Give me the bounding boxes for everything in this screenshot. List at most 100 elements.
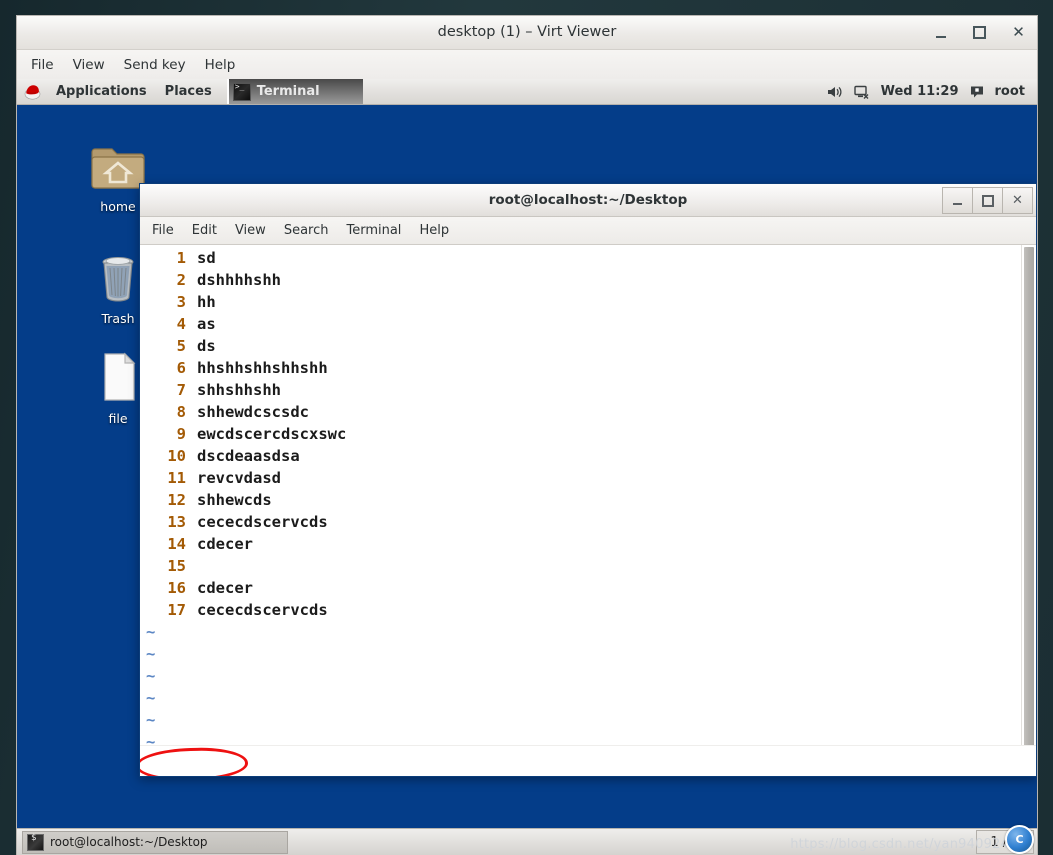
vim-line: 16 cdecer <box>140 577 1021 599</box>
vim-line-number: 6 <box>176 359 186 377</box>
panel-left-section: Applications Places Terminal <box>17 79 363 104</box>
vim-line-text: ds <box>197 337 216 355</box>
vim-line: 8 shhewdcscsdc <box>140 401 1021 423</box>
vim-line-text: revcvdasd <box>197 469 281 487</box>
vim-line-text: cdecer <box>197 579 253 597</box>
vim-line: 11 revcvdasd <box>140 467 1021 489</box>
file-document-icon <box>104 352 136 401</box>
vim-tilde: ~ <box>146 711 156 729</box>
vim-tilde: ~ <box>146 623 156 641</box>
maximize-icon[interactable] <box>971 24 988 41</box>
vim-line: 15 <box>140 555 1021 577</box>
vim-tilde: ~ <box>146 645 156 663</box>
workspace-switcher[interactable]: 1 / 4 <box>976 830 1034 854</box>
panel-tray: Wed 11:29 root <box>827 84 1037 99</box>
terminal-window: root@localhost:~/Desktop ✕ File Edit Vie… <box>139 183 1037 777</box>
menu-item-help[interactable]: Help <box>205 57 236 73</box>
volume-icon[interactable] <box>827 85 843 99</box>
close-icon[interactable]: ✕ <box>1010 24 1027 41</box>
vim-tilde: ~ <box>146 689 156 707</box>
vim-line-number: 5 <box>176 337 186 355</box>
panel-clock[interactable]: Wed 11:29 <box>881 84 959 99</box>
vim-line-number: 17 <box>167 601 186 619</box>
menu-item-view[interactable]: View <box>235 223 266 238</box>
virt-viewer-titlebar[interactable]: desktop (1) – Virt Viewer ✕ <box>17 16 1037 50</box>
vim-line-text: cececdscervcds <box>197 513 328 531</box>
vim-line: 13 cececdscervcds <box>140 511 1021 533</box>
terminal-icon <box>27 833 44 851</box>
terminal-title: root@localhost:~/Desktop <box>488 192 688 208</box>
taskbar-window-label: root@localhost:~/Desktop <box>50 835 208 849</box>
guest-screen: Applications Places Terminal <box>17 79 1037 855</box>
panel-user[interactable]: root <box>995 84 1026 99</box>
vim-line-text: cececdscervcds <box>197 601 328 619</box>
terminal-titlebar[interactable]: root@localhost:~/Desktop ✕ <box>140 184 1036 217</box>
vim-line-text: shhewcds <box>197 491 272 509</box>
vim-line-number: 9 <box>176 425 186 443</box>
vim-line-number: 16 <box>167 579 186 597</box>
vim-line-text: as <box>197 315 216 333</box>
trash-icon <box>102 257 134 302</box>
vim-line-number: 13 <box>167 513 186 531</box>
vim-line: 14 cdecer <box>140 533 1021 555</box>
vim-tilde: ~ <box>146 667 156 685</box>
close-icon[interactable]: ✕ <box>1003 187 1033 214</box>
minimize-icon[interactable] <box>932 24 949 41</box>
network-disconnected-icon[interactable] <box>853 85 870 99</box>
vim-scrollbar[interactable] <box>1021 245 1036 776</box>
virt-viewer-title: desktop (1) – Virt Viewer <box>437 24 617 40</box>
vim-line-text: dscdeaasdsa <box>197 447 300 465</box>
vim-line: 6 hhshhshhshhshh <box>140 357 1021 379</box>
menu-applications[interactable]: Applications <box>47 79 156 104</box>
vim-line-text: shhshhshh <box>197 381 281 399</box>
menu-item-edit[interactable]: Edit <box>192 223 217 238</box>
annotation-ellipse <box>140 746 249 776</box>
vim-line-number: 12 <box>167 491 186 509</box>
vim-line-text: hhshhshhshhshh <box>197 359 328 377</box>
maximize-icon[interactable] <box>973 187 1003 214</box>
menu-item-terminal[interactable]: Terminal <box>346 223 401 238</box>
vim-status-line: :set nu 15,0-1 All <box>140 745 1036 776</box>
terminal-menubar: File Edit View Search Terminal Help <box>140 217 1036 245</box>
red-hat-icon[interactable] <box>24 83 41 100</box>
vim-line-text: hh <box>197 293 216 311</box>
menu-item-view[interactable]: View <box>73 57 105 73</box>
vim-line-number: 15 <box>167 557 186 575</box>
menu-item-file[interactable]: File <box>31 57 54 73</box>
vim-line: 17 cececdscervcds <box>140 599 1021 621</box>
window-list-terminal[interactable]: Terminal <box>226 79 363 104</box>
terminal-icon <box>232 82 251 101</box>
gnome-bottom-panel: root@localhost:~/Desktop 1 / 4 <box>17 828 1037 855</box>
vim-line: 9 ewcdscercdscxswc <box>140 423 1021 445</box>
vim-line-number: 14 <box>167 535 186 553</box>
vim-line-number: 7 <box>176 381 186 399</box>
vim-line: 4 as <box>140 313 1021 335</box>
vim-line-number: 10 <box>167 447 186 465</box>
window-list-label: Terminal <box>256 84 320 99</box>
vim-scrollbar-thumb[interactable] <box>1024 247 1034 750</box>
vim-line-number: 1 <box>176 249 186 267</box>
vim-line-text: dshhhhshh <box>197 271 281 289</box>
vim-line: 2 dshhhhshh <box>140 269 1021 291</box>
taskbar-window-button[interactable]: root@localhost:~/Desktop <box>22 830 288 854</box>
virt-viewer-window-controls: ✕ <box>932 16 1027 49</box>
virt-viewer-menubar: File View Send key Help <box>17 50 1037 80</box>
menu-item-file[interactable]: File <box>152 223 174 238</box>
menu-item-send-key[interactable]: Send key <box>124 57 186 73</box>
user-status-icon[interactable] <box>970 85 984 99</box>
vim-line: 3 hh <box>140 291 1021 313</box>
vim-line: 1 sd <box>140 247 1021 269</box>
vim-line: 5 ds <box>140 335 1021 357</box>
vim-editor-area[interactable]: 1 sd 2 dshhhhshh 3 hh 4 as 5 ds 6 hhshhs… <box>140 245 1036 776</box>
minimize-icon[interactable] <box>942 187 973 214</box>
vim-line-text: ewcdscercdscxswc <box>197 425 347 443</box>
virt-viewer-window: desktop (1) – Virt Viewer ✕ File View Se… <box>17 16 1037 855</box>
vim-line: 12 shhewcds <box>140 489 1021 511</box>
menu-item-help[interactable]: Help <box>419 223 449 238</box>
vim-line-number: 11 <box>167 469 186 487</box>
menu-item-search[interactable]: Search <box>284 223 329 238</box>
menu-places[interactable]: Places <box>156 79 221 104</box>
home-folder-icon <box>91 148 145 189</box>
vim-line: 7 shhshhshh <box>140 379 1021 401</box>
vim-line: 10 dscdeaasdsa <box>140 445 1021 467</box>
